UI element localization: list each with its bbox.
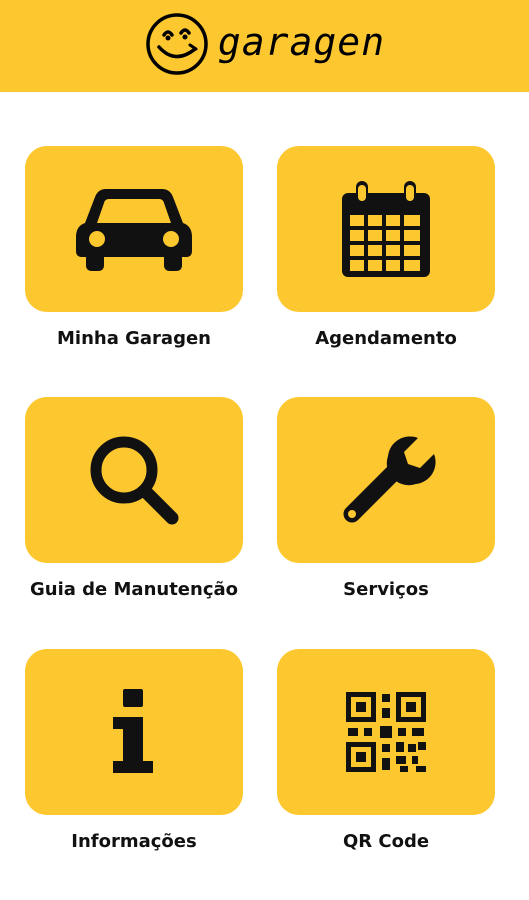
servicos-label: Serviços (343, 579, 429, 600)
info-icon (113, 689, 153, 773)
qr-code-icon (346, 692, 426, 772)
app-logo: garagen (144, 11, 385, 77)
agendamento-button[interactable] (277, 146, 495, 312)
qr-code-label: QR Code (342, 831, 430, 852)
agendamento-label: Agendamento (315, 328, 457, 349)
informacoes-button[interactable] (25, 649, 243, 815)
app-name: garagen (217, 20, 386, 64)
guia-de-manutencao-button[interactable] (25, 397, 243, 563)
smiley-face-icon (146, 13, 208, 75)
car-icon (76, 189, 192, 271)
app-header: garagen (0, 0, 529, 92)
search-icon (90, 436, 179, 525)
servicos-button[interactable] (277, 397, 495, 563)
qr-code-button[interactable] (277, 649, 495, 815)
informacoes-label: Informações (71, 831, 197, 852)
minha-garagen-label: Minha Garagen (57, 328, 211, 349)
guia-de-manutencao-label: Guia de Manutenção (29, 579, 239, 600)
calendar-icon (342, 181, 430, 277)
minha-garagen-button[interactable] (25, 146, 243, 312)
wrench-icon (343, 436, 436, 523)
